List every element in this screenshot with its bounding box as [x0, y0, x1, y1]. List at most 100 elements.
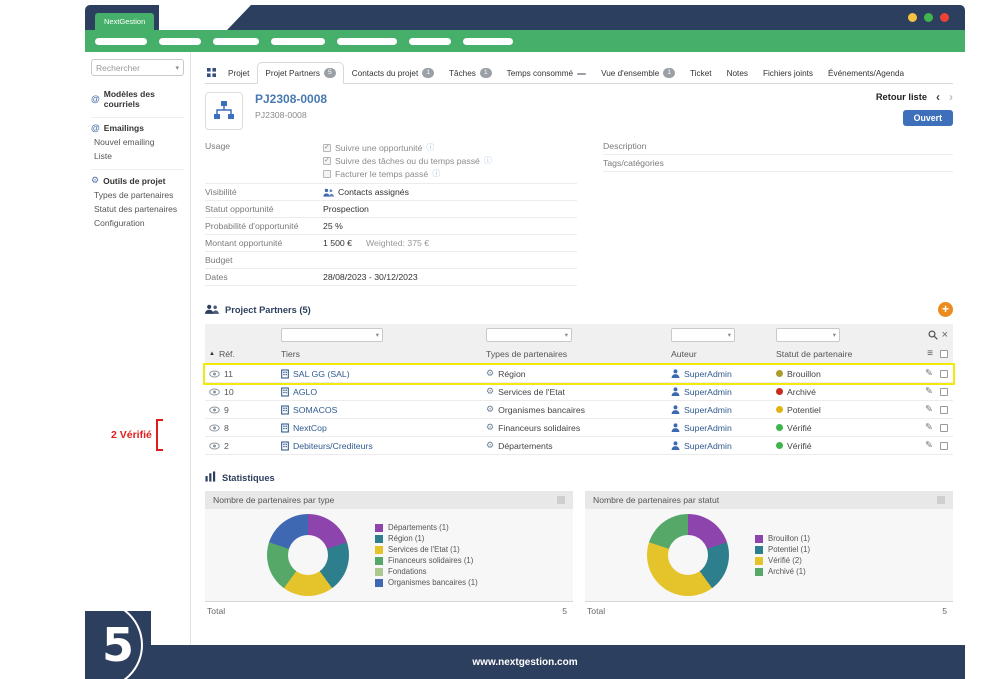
- redacted-menu-item[interactable]: [159, 38, 201, 45]
- tab-temps-consomme[interactable]: Temps consommé: [500, 64, 593, 83]
- partner-author-link[interactable]: SuperAdmin: [684, 369, 732, 379]
- edit-icon[interactable]: ✎: [925, 422, 933, 433]
- checkbox[interactable]: [323, 170, 331, 178]
- field-label: Visibilité: [205, 187, 323, 197]
- eye-icon[interactable]: [209, 424, 220, 432]
- sidebar-item-statut-des-partenaires[interactable]: Statut des partenaires: [91, 202, 184, 216]
- detail-row-montant-opportunite: Montant opportunité1 500 €Weighted: 375 …: [205, 235, 577, 252]
- eye-icon[interactable]: [209, 406, 220, 414]
- column-header-types-de-partenaires[interactable]: Types de partenaires: [482, 349, 667, 359]
- next-record-icon[interactable]: ›: [949, 92, 953, 102]
- partner-row-9[interactable]: 9SOMACOS⚙Organismes bancairesSuperAdminP…: [205, 401, 953, 419]
- close-dot[interactable]: [940, 13, 949, 22]
- legend-item: Financeurs solidaires (1): [375, 556, 478, 565]
- partner-row-11[interactable]: 11SAL GG (SAL)⚙RégionSuperAdminBrouillon…: [205, 365, 953, 383]
- status-badge[interactable]: Ouvert: [903, 110, 953, 126]
- tab-fichiers-joints[interactable]: Fichiers joints: [756, 64, 820, 83]
- sidebar-item-modeles-des-courriels[interactable]: @Modèles des courriels: [91, 89, 184, 109]
- status-dot: [776, 406, 783, 413]
- partner-author-link[interactable]: SuperAdmin: [684, 423, 732, 433]
- row-checkbox[interactable]: [940, 370, 948, 378]
- panel-menu-icon[interactable]: [937, 496, 945, 504]
- tab-contacts-du-projet[interactable]: Contacts du projet1: [345, 63, 441, 83]
- at-icon: @: [91, 94, 100, 104]
- sidebar-item-nouvel-emailing[interactable]: Nouvel emailing: [91, 135, 184, 149]
- brand-tab[interactable]: NextGestion: [95, 13, 154, 30]
- partner-tiers-link[interactable]: Debiteurs/Crediteurs: [293, 441, 373, 451]
- users-icon: [323, 188, 334, 197]
- eye-icon[interactable]: [209, 388, 220, 396]
- filter-statut-select[interactable]: ▾: [776, 328, 840, 342]
- user-icon: [671, 441, 680, 450]
- eye-icon[interactable]: [209, 442, 220, 450]
- partner-tiers-link[interactable]: NextCop: [293, 423, 327, 433]
- minimize-dot[interactable]: [908, 13, 917, 22]
- edit-icon[interactable]: ✎: [925, 386, 933, 397]
- partner-author-link[interactable]: SuperAdmin: [684, 441, 732, 451]
- tab-projet-partners[interactable]: Projet Partners5: [257, 62, 343, 84]
- row-checkbox[interactable]: [940, 442, 948, 450]
- sidebar-item-configuration[interactable]: Configuration: [91, 216, 184, 230]
- tab-ticket[interactable]: Ticket: [683, 64, 719, 83]
- edit-icon[interactable]: ✎: [925, 404, 933, 415]
- clear-filters-icon[interactable]: ×: [942, 331, 948, 340]
- maximize-dot[interactable]: [924, 13, 933, 22]
- add-partner-button[interactable]: +: [938, 302, 953, 317]
- partner-ref: 2: [224, 441, 229, 451]
- column-header-statut-de-partenaire[interactable]: Statut de partenaire: [772, 349, 902, 359]
- partner-author-link[interactable]: SuperAdmin: [684, 405, 732, 415]
- chart-legend: Départements (1)Région (1)Services de l'…: [375, 523, 478, 587]
- sidebar-item-types-de-partenaires[interactable]: Types de partenaires: [91, 188, 184, 202]
- partner-tiers-link[interactable]: SAL GG (SAL): [293, 369, 350, 379]
- status-dot: [776, 424, 783, 431]
- filter-tiers-select[interactable]: ▾: [281, 328, 383, 342]
- redacted-menu-item[interactable]: [213, 38, 259, 45]
- select-all-checkbox[interactable]: [940, 350, 948, 358]
- redacted-menu-item[interactable]: [337, 38, 397, 45]
- prev-record-icon[interactable]: ‹: [936, 92, 940, 102]
- tab-evenements-agenda[interactable]: Événements/Agenda: [821, 64, 911, 83]
- partner-row-8[interactable]: 8NextCop⚙Financeurs solidairesSuperAdmin…: [205, 419, 953, 437]
- partner-row-2[interactable]: 2Debiteurs/Crediteurs⚙DépartementsSuperA…: [205, 437, 953, 455]
- redacted-menu-item[interactable]: [463, 38, 513, 45]
- checkbox[interactable]: [323, 157, 331, 165]
- search-icon[interactable]: [928, 330, 938, 340]
- redacted-menu-item[interactable]: [409, 38, 451, 45]
- sidebar-item-emailings[interactable]: @Emailings: [91, 123, 184, 133]
- filter-type-select[interactable]: ▾: [486, 328, 572, 342]
- sidebar-item-liste[interactable]: Liste: [91, 149, 184, 163]
- eye-icon[interactable]: [209, 370, 220, 378]
- back-to-list-link[interactable]: Retour liste: [876, 92, 927, 102]
- legend-swatch: [375, 535, 383, 543]
- row-checkbox[interactable]: [940, 424, 948, 432]
- sidebar-item-outils-de-projet[interactable]: ⚙Outils de projet: [91, 175, 184, 186]
- sidebar-search-select[interactable]: Rechercher ▾: [91, 59, 184, 76]
- project-details: Usage Suivre une opportunitéⓘSuivre des …: [205, 138, 953, 286]
- column-header-auteur[interactable]: Auteur: [667, 349, 772, 359]
- partner-tiers-link[interactable]: AGLO: [293, 387, 317, 397]
- tab-vue-d-ensemble[interactable]: Vue d'ensemble1: [594, 63, 682, 83]
- partner-row-10[interactable]: 10AGLO⚙Services de l'EtatSuperAdminArchi…: [205, 383, 953, 401]
- filter-auteur-select[interactable]: ▾: [671, 328, 735, 342]
- legend-label: Vérifié (2): [768, 556, 802, 565]
- tab-projet[interactable]: Projet: [221, 64, 256, 83]
- checkbox[interactable]: [323, 144, 331, 152]
- list-view-icon[interactable]: ≡: [927, 348, 933, 359]
- edit-icon[interactable]: ✎: [925, 440, 933, 451]
- tab-badge: 5: [324, 68, 336, 78]
- column-header-ref[interactable]: ▲Réf.: [205, 349, 277, 359]
- edit-icon[interactable]: ✎: [925, 368, 933, 379]
- legend-item: Organismes bancaires (1): [375, 578, 478, 587]
- column-header-tiers[interactable]: Tiers: [277, 349, 482, 359]
- partner-tiers-link[interactable]: SOMACOS: [293, 405, 337, 415]
- partner-author-link[interactable]: SuperAdmin: [684, 387, 732, 397]
- redacted-menu-item[interactable]: [95, 38, 147, 45]
- annotation-2-verifie: 2 Vérifié: [111, 419, 163, 451]
- redacted-menu-item[interactable]: [271, 38, 325, 45]
- tab-notes[interactable]: Notes: [720, 64, 755, 83]
- status-dot: [776, 388, 783, 395]
- panel-menu-icon[interactable]: [557, 496, 565, 504]
- row-checkbox[interactable]: [940, 388, 948, 396]
- row-checkbox[interactable]: [940, 406, 948, 414]
- tab-taches[interactable]: Tâches1: [442, 63, 499, 83]
